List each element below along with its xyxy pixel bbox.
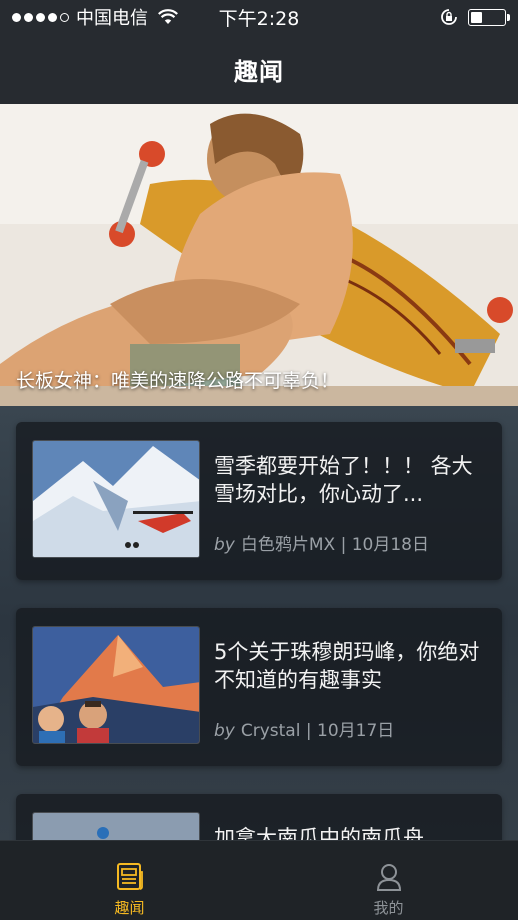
featured-banner[interactable]: 长板女神：唯美的速降公路不可辜负！ bbox=[0, 104, 518, 406]
article-title: 5个关于珠穆朗玛峰，你绝对不知道的有趣事实 bbox=[214, 640, 480, 692]
article-title: 加拿大南瓜中的南瓜舟 bbox=[214, 826, 424, 840]
rotation-lock-icon bbox=[441, 9, 457, 25]
navigation-bar: 趣闻 bbox=[0, 34, 518, 104]
tab-label: 我的 bbox=[373, 899, 404, 917]
carrier-label: 中国电信 bbox=[76, 8, 148, 29]
meta-separator: | bbox=[305, 721, 312, 741]
article-author: Crystal bbox=[240, 721, 301, 741]
user-icon bbox=[376, 864, 401, 891]
article-date: 10月18日 bbox=[351, 535, 429, 555]
tab-bar: 趣闻 我的 bbox=[0, 840, 518, 920]
tab-label: 趣闻 bbox=[114, 899, 145, 917]
tab-news[interactable]: 趣闻 bbox=[0, 841, 259, 920]
newspaper-icon bbox=[116, 863, 143, 890]
article-meta: by Crystal | 10月17日 bbox=[214, 716, 394, 741]
wifi-icon bbox=[158, 9, 178, 24]
article-card[interactable]: 加拿大南瓜中的南瓜舟 bbox=[16, 794, 502, 840]
article-card[interactable]: 5个关于珠穆朗玛峰，你绝对不知道的有趣事实 by Crystal | 10月17日 bbox=[16, 608, 502, 766]
byline-prefix: by bbox=[214, 721, 235, 741]
battery-icon bbox=[468, 8, 510, 26]
article-thumbnail bbox=[32, 812, 200, 840]
article-card[interactable]: 雪季都要开始了！！！ 各大雪场对比，你心动了... by 白色鸦片MX | 10月… bbox=[16, 422, 502, 580]
status-bar: 中国电信 下午2:28 bbox=[0, 0, 518, 34]
article-date: 10月17日 bbox=[317, 721, 395, 741]
article-title: 雪季都要开始了！！！ 各大雪场对比，你心动了... bbox=[214, 454, 473, 506]
banner-caption: 长板女神：唯美的速降公路不可辜负！ bbox=[16, 370, 340, 392]
article-thumbnail bbox=[32, 626, 200, 744]
banner-image bbox=[0, 104, 518, 406]
article-author: 白色鸦片MX bbox=[240, 535, 336, 555]
article-meta: by 白色鸦片MX | 10月18日 bbox=[214, 530, 429, 555]
signal-strength-icon bbox=[12, 12, 69, 22]
byline-prefix: by bbox=[214, 535, 235, 555]
article-thumbnail bbox=[32, 440, 200, 558]
meta-separator: | bbox=[340, 535, 347, 555]
article-feed[interactable]: 雪季都要开始了！！！ 各大雪场对比，你心动了... by 白色鸦片MX | 10月… bbox=[0, 406, 518, 840]
tab-mine[interactable]: 我的 bbox=[259, 841, 518, 920]
page-title: 趣闻 bbox=[234, 57, 284, 86]
